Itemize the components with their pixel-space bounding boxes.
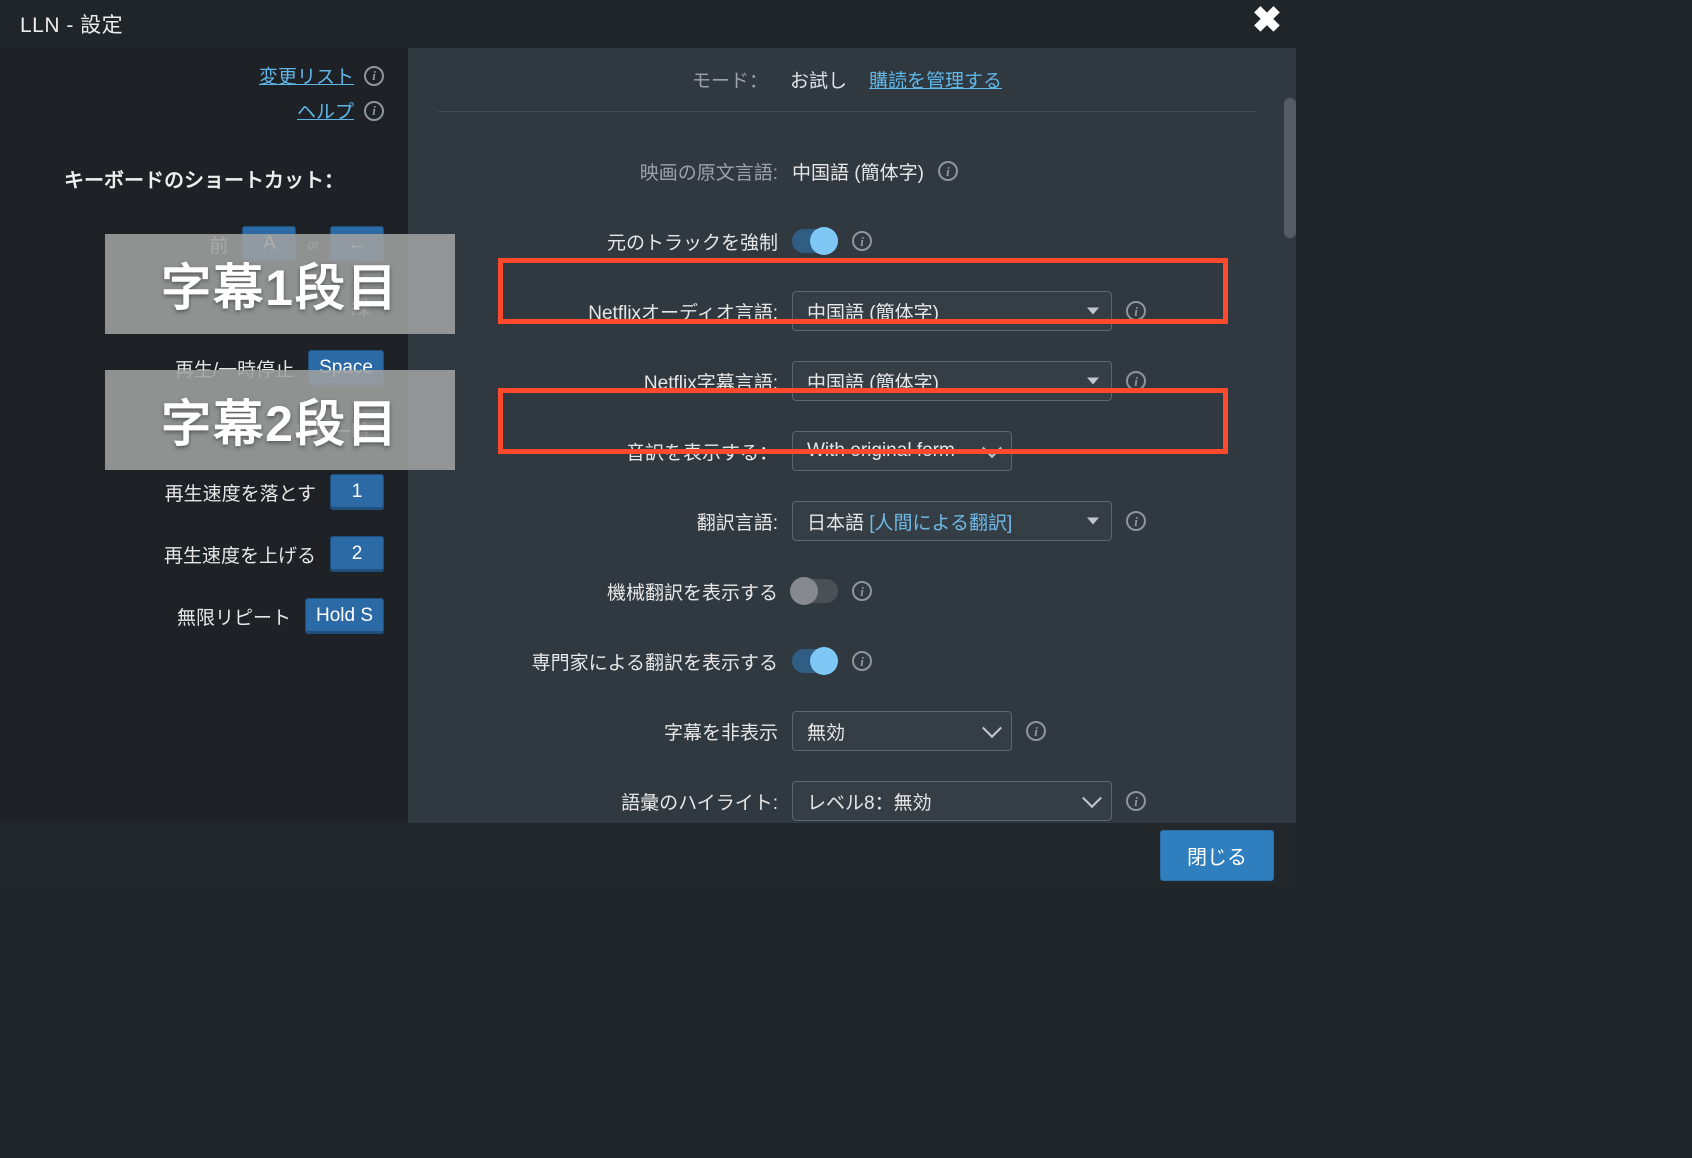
shortcut-label: 再生速度を落とす: [165, 479, 316, 506]
changelist-row: 変更リスト i: [259, 62, 384, 89]
select-value: 無効: [807, 718, 845, 745]
setting-hide-subs: 字幕を非表示 無効 i: [438, 696, 1256, 766]
info-icon[interactable]: i: [1026, 721, 1046, 741]
changelist-link[interactable]: 変更リスト: [259, 62, 354, 89]
key-1: 1: [330, 474, 384, 510]
setting-translate-lang: 翻訳言語: 日本語 [人間による翻訳] i: [438, 486, 1256, 556]
info-icon[interactable]: i: [364, 101, 384, 121]
translate-lang-select[interactable]: 日本語 [人間による翻訳]: [792, 501, 1112, 541]
human-trans-toggle[interactable]: [792, 649, 838, 673]
force-track-label: 元のトラックを強制: [438, 228, 778, 255]
help-row: ヘルプ i: [297, 97, 384, 124]
shortcut-label: 無限リピート: [177, 603, 291, 630]
mode-label: モード：: [692, 66, 768, 93]
info-icon[interactable]: i: [1126, 791, 1146, 811]
manage-subscription-link[interactable]: 購読を管理する: [869, 66, 1002, 93]
shortcut-label: 繰: [351, 293, 370, 320]
key-or: or: [304, 235, 322, 254]
hide-subs-label: 字幕を非表示: [438, 718, 778, 745]
close-button[interactable]: 閉じる: [1160, 830, 1274, 881]
dialog-title: LLN - 設定: [20, 9, 123, 39]
chevron-down-icon: [1087, 378, 1099, 385]
chevron-down-icon: [1082, 788, 1102, 808]
shortcut-row-prev: 前 A or ←: [24, 224, 384, 264]
human-trans-label: 専門家による翻訳を表示する: [438, 648, 778, 675]
shortcut-row-repeat: 繰: [24, 286, 384, 326]
select-value: レベル8：無効: [807, 788, 932, 815]
help-link[interactable]: ヘルプ: [297, 97, 354, 124]
info-icon[interactable]: i: [1126, 511, 1146, 531]
chevron-down-icon: [982, 438, 1002, 458]
setting-human-trans: 専門家による翻訳を表示する i: [438, 626, 1256, 696]
shortcut-row-infiniterepeat: 無限リピート Hold S: [24, 596, 384, 636]
key-hold-s: Hold S: [305, 598, 384, 634]
setting-subtitle-lang: Netflix字幕言語: 中国語 (簡体字) i: [438, 346, 1256, 416]
hide-subs-select[interactable]: 無効: [792, 711, 1012, 751]
footer: 閉じる: [0, 823, 1296, 887]
shortcut-row-slowdown: 再生速度を落とす 1: [24, 472, 384, 512]
shortcuts-heading: キーボードのショートカット：: [24, 164, 384, 193]
scrollbar[interactable]: [1284, 98, 1296, 238]
left-column: 変更リスト i ヘルプ i キーボードのショートカット： 前 A or ← 繰 …: [0, 48, 408, 823]
setting-original-lang: 映画の原文言語: 中国語 (簡体字) i: [438, 136, 1256, 206]
select-value: 中国語 (簡体字): [807, 368, 939, 395]
key-space: Space: [308, 350, 384, 386]
shortcut-label: 前: [209, 231, 228, 258]
info-icon[interactable]: i: [938, 161, 958, 181]
info-icon[interactable]: i: [364, 66, 384, 86]
main-area: 変更リスト i ヘルプ i キーボードのショートカット： 前 A or ← 繰 …: [0, 48, 1296, 823]
subtitle-lang-select[interactable]: 中国語 (簡体字): [792, 361, 1112, 401]
shortcut-row-playpause: 再生/一時停止 Space: [24, 348, 384, 388]
setting-vocab-highlight: 語彙のハイライト: レベル8：無効 i: [438, 766, 1256, 823]
vocab-label: 語彙のハイライト:: [438, 788, 778, 815]
titlebar: LLN - 設定: [0, 0, 1296, 48]
select-value: 日本語 [人間による翻訳]: [807, 508, 1012, 535]
key-left-arrow: ←: [330, 226, 384, 262]
shortcut-label: 再生/一時停止: [175, 355, 294, 382]
chevron-down-icon: [1087, 518, 1099, 525]
select-value: 中国語 (簡体字): [807, 298, 939, 325]
shortcut-label: 再生速度を上げる: [164, 541, 316, 568]
chevron-down-icon: [1087, 308, 1099, 315]
shortcut-row-autopause: 自動一時: [24, 410, 384, 450]
vocab-select[interactable]: レベル8：無効: [792, 781, 1112, 821]
info-icon[interactable]: i: [1126, 301, 1146, 321]
setting-machine-trans: 機械翻訳を表示する i: [438, 556, 1256, 626]
mode-row: モード： お試し 購読を管理する: [438, 66, 1256, 112]
setting-audio-lang: Netflixオーディオ言語: 中国語 (簡体字) i: [438, 276, 1256, 346]
setting-force-track: 元のトラックを強制 i: [438, 206, 1256, 276]
setting-translit: 音訳を表示する： With original form: [438, 416, 1256, 486]
original-lang-value: 中国語 (簡体字): [792, 158, 924, 185]
machine-trans-label: 機械翻訳を表示する: [438, 578, 778, 605]
mode-value: お試し: [790, 66, 847, 93]
audio-lang-select[interactable]: 中国語 (簡体字): [792, 291, 1112, 331]
original-lang-label: 映画の原文言語:: [438, 158, 778, 185]
audio-lang-label: Netflixオーディオ言語:: [438, 298, 778, 325]
select-value: With original form: [807, 440, 955, 462]
key-a: A: [242, 226, 296, 262]
force-track-toggle[interactable]: [792, 229, 838, 253]
shortcut-row-speedup: 再生速度を上げる 2: [24, 534, 384, 574]
info-icon[interactable]: i: [852, 231, 872, 251]
translate-lang-label: 翻訳言語:: [438, 508, 778, 535]
close-icon[interactable]: ✖: [1252, 2, 1282, 38]
info-icon[interactable]: i: [852, 581, 872, 601]
shortcut-label: 自動一時: [294, 417, 370, 444]
right-column: モード： お試し 購読を管理する 映画の原文言語: 中国語 (簡体字) i 元の…: [408, 48, 1296, 823]
subtitle-lang-label: Netflix字幕言語:: [438, 368, 778, 395]
translit-label: 音訳を表示する：: [438, 438, 778, 465]
chevron-down-icon: [982, 718, 1002, 738]
info-icon[interactable]: i: [852, 651, 872, 671]
translit-select[interactable]: With original form: [792, 431, 1012, 471]
left-links: 変更リスト i ヘルプ i: [24, 62, 384, 124]
machine-trans-toggle[interactable]: [792, 579, 838, 603]
info-icon[interactable]: i: [1126, 371, 1146, 391]
key-2: 2: [330, 536, 384, 572]
